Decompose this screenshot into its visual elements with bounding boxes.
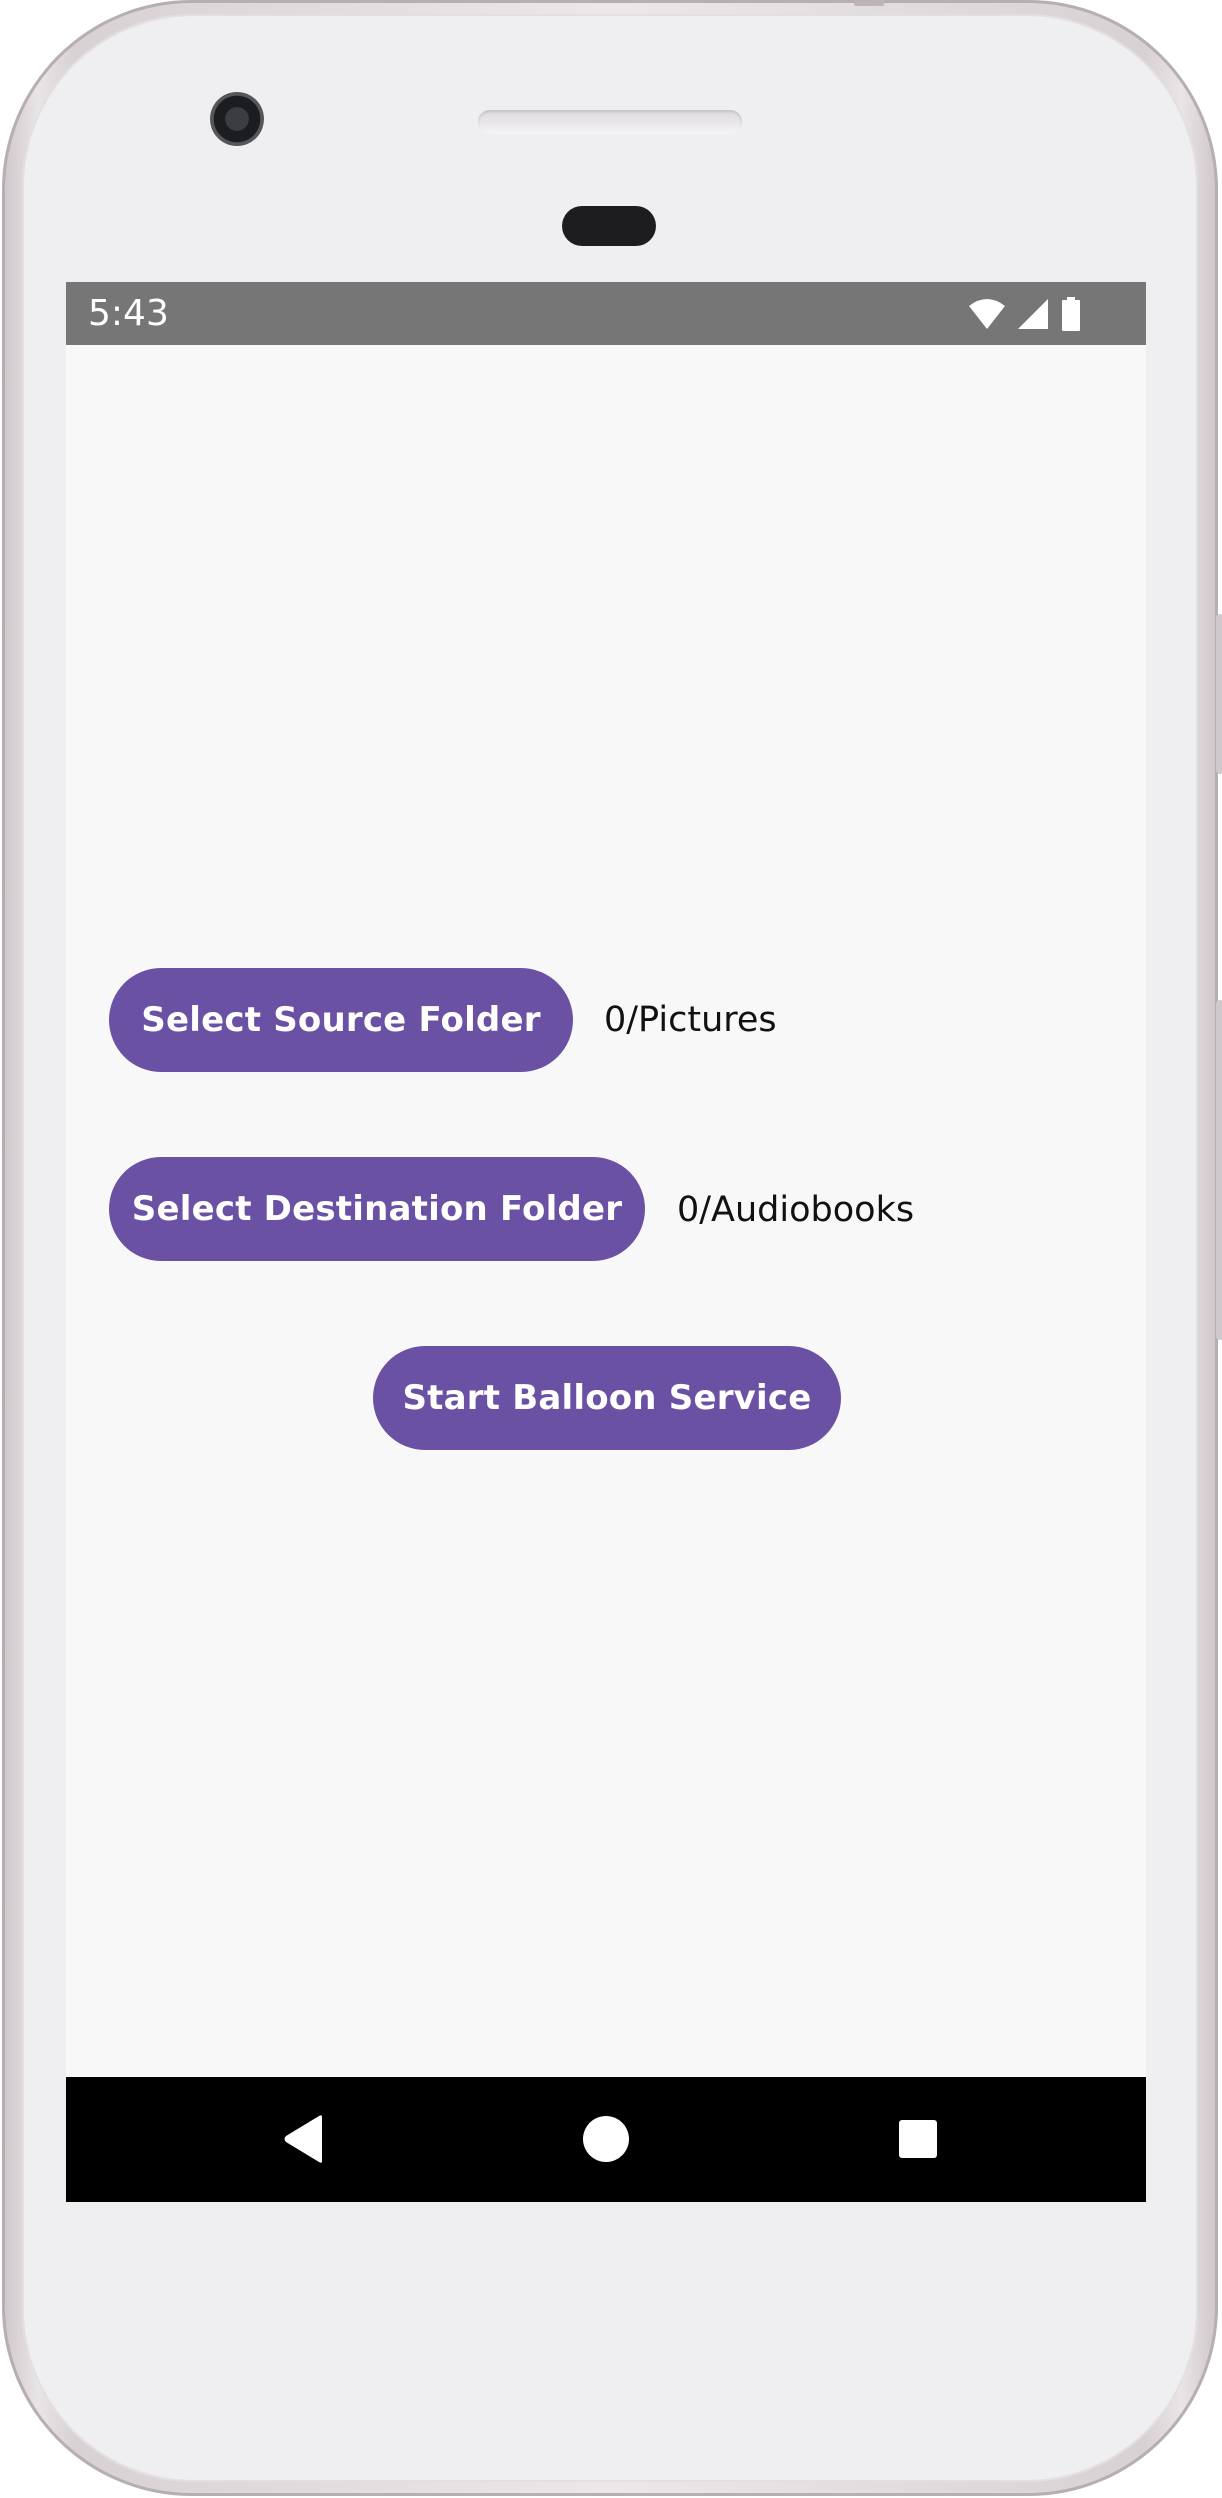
select-source-folder-button[interactable]: Select Source Folder (109, 968, 573, 1072)
screen: 5:43 Select Source Folder 0/Pictures Sel… (66, 282, 1146, 2202)
speaker-grill (478, 110, 742, 134)
destination-folder-path: 0/Audiobooks (677, 1190, 915, 1230)
recents-button[interactable] (886, 2107, 950, 2171)
phone-frame: 5:43 Select Source Folder 0/Pictures Sel… (2, 0, 1222, 2496)
recents-icon (899, 2120, 937, 2158)
front-camera-icon (210, 92, 264, 146)
top-nub (854, 0, 884, 6)
battery-icon (1062, 297, 1080, 331)
status-icons (968, 296, 1082, 332)
home-icon (583, 2116, 629, 2162)
status-bar: 5:43 (66, 282, 1146, 345)
source-folder-path: 0/Pictures (604, 1000, 777, 1040)
select-destination-folder-button[interactable]: Select Destination Folder (109, 1157, 645, 1261)
back-icon (284, 2115, 322, 2163)
home-button[interactable] (574, 2107, 638, 2171)
back-button[interactable] (272, 2107, 336, 2171)
proximity-sensor (562, 206, 656, 246)
wifi-icon (969, 299, 1005, 329)
start-balloon-service-button[interactable]: Start Balloon Service (373, 1346, 841, 1450)
power-button (1216, 614, 1222, 774)
status-time: 5:43 (88, 293, 169, 334)
app-content: Select Source Folder 0/Pictures Select D… (66, 345, 1146, 2077)
navigation-bar (66, 2077, 1146, 2202)
volume-button (1216, 1000, 1222, 1340)
cellular-signal-icon (1018, 299, 1048, 329)
